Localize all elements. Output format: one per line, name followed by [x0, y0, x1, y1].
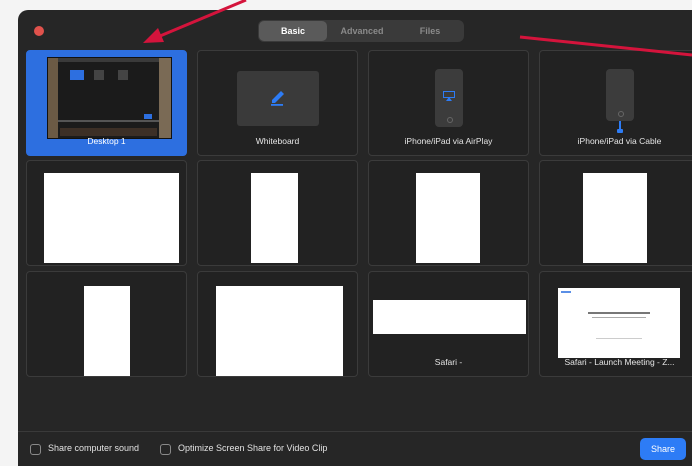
window-thumbnail	[44, 173, 179, 263]
window-thumbnail	[373, 300, 526, 334]
tab-basic[interactable]: Basic	[259, 21, 327, 41]
share-tile-window[interactable]	[539, 160, 692, 266]
iphone-airplay-icon	[435, 69, 463, 127]
share-tile-safari[interactable]: Safari -	[368, 271, 529, 377]
tile-label: Whiteboard	[255, 136, 300, 146]
share-tile-window[interactable]	[26, 160, 187, 266]
share-tile-airplay[interactable]: iPhone/iPad via AirPlay	[368, 50, 529, 156]
share-sound-checkbox[interactable]	[30, 444, 41, 455]
pencil-icon	[271, 91, 284, 106]
window-thumbnail	[583, 173, 647, 263]
window-thumbnail	[84, 286, 130, 376]
share-screen-window: Basic Advanced Files Desktop 1 Whiteboar…	[18, 10, 692, 466]
share-sound-label: Share computer sound	[48, 443, 140, 453]
tile-label: iPhone/iPad via AirPlay	[404, 136, 493, 146]
share-tile-window[interactable]	[197, 160, 358, 266]
share-tile-cable[interactable]: iPhone/iPad via Cable	[539, 50, 692, 156]
window-thumbnail	[251, 173, 298, 263]
tile-label: Desktop 1	[87, 136, 126, 146]
share-tile-desktop[interactable]: Desktop 1	[26, 50, 187, 156]
airplay-icon	[443, 91, 455, 101]
tile-label: Safari - Launch Meeting - Z...	[564, 357, 675, 367]
tab-files[interactable]: Files	[396, 20, 464, 42]
share-tile-safari-launch[interactable]: Safari - Launch Meeting - Z...	[539, 271, 692, 377]
whiteboard-preview	[237, 71, 319, 126]
optimize-video-checkbox[interactable]	[160, 444, 171, 455]
window-thumbnail	[416, 173, 480, 263]
desktop-thumbnail	[47, 57, 172, 139]
window-thumbnail	[558, 288, 680, 358]
tile-label: Safari -	[434, 357, 463, 367]
share-button[interactable]: Share	[640, 438, 686, 460]
tile-label: iPhone/iPad via Cable	[577, 136, 662, 146]
close-window-button[interactable]	[34, 26, 44, 36]
iphone-cable-icon	[606, 69, 634, 121]
tab-advanced[interactable]: Advanced	[328, 20, 396, 42]
share-tile-window[interactable]	[26, 271, 187, 377]
share-tile-window[interactable]	[368, 160, 529, 266]
category-tabs: Basic Advanced Files	[258, 20, 464, 42]
share-options-footer: Share computer sound Optimize Screen Sha…	[18, 431, 692, 466]
share-tile-whiteboard[interactable]: Whiteboard	[197, 50, 358, 156]
optimize-video-label: Optimize Screen Share for Video Clip	[178, 443, 328, 453]
window-thumbnail	[216, 286, 343, 376]
share-tile-window[interactable]	[197, 271, 358, 377]
